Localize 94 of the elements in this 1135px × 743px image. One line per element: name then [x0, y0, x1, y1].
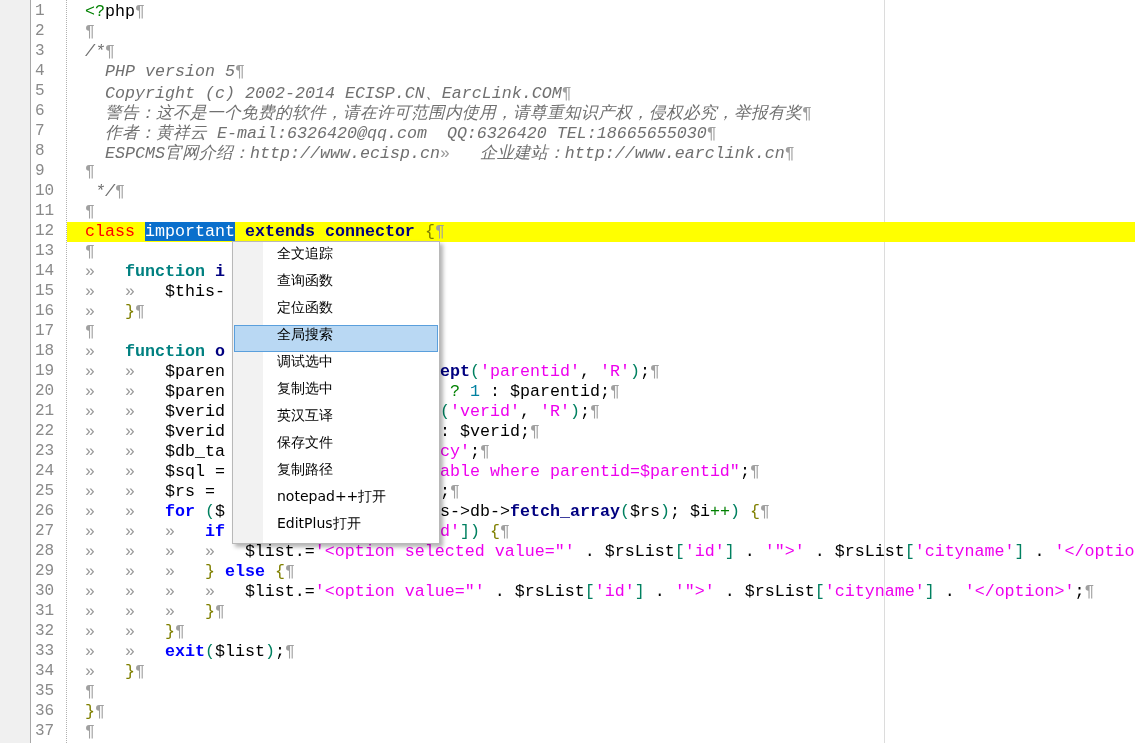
line-number: 11 [35, 202, 55, 222]
code-line: ¶ [85, 162, 95, 181]
line-number: 16 [35, 302, 55, 322]
code-line: class important extends connector {¶ [85, 222, 445, 241]
code-line: ¶ [85, 22, 95, 41]
line-number: 14 [35, 262, 55, 282]
line-number: 9 [35, 162, 45, 182]
code-fragment: » » » if [85, 522, 225, 542]
line-number: 30 [35, 582, 55, 602]
code-fragment: » » for ($ [85, 502, 225, 522]
line-number: 21 [35, 402, 55, 422]
line-number: 20 [35, 382, 55, 402]
line-number: 17 [35, 322, 55, 342]
code-line: ¶ [85, 682, 95, 701]
menu-item[interactable]: 定位函数 [234, 298, 438, 325]
code-fragment: » » $sql = [85, 462, 225, 482]
code-line: ¶ [85, 322, 95, 341]
line-number: 36 [35, 702, 55, 722]
menu-item[interactable]: 英汉互译 [234, 406, 438, 433]
line-number: 19 [35, 362, 55, 382]
code-fragment: ? 1 : $parentid;¶ [449, 382, 620, 402]
code-fragment: » » $db_ta [85, 442, 225, 462]
line-number: 28 [35, 542, 55, 562]
menu-item[interactable]: EditPlus打开 [234, 514, 438, 541]
code-fragment: » function o [85, 342, 225, 362]
code-line: ESPCMS官网介绍：http://www.ecisp.cn» 企业建站：http://www.earclink.cn¶ [104, 143, 795, 164]
line-number: 26 [35, 502, 55, 522]
line-number: 4 [35, 62, 45, 82]
code-fragment: s->db->fetch_array($rs); $i++) {¶ [440, 502, 770, 522]
line-number: 25 [35, 482, 55, 502]
code-line: » » }¶ [85, 622, 185, 641]
menu-item[interactable]: 调试选中 [234, 352, 438, 379]
line-number: 33 [35, 642, 55, 662]
code-line: ¶ [85, 202, 95, 221]
code-line: 警告：这不是一个免费的软件，请在许可范围内使用，请尊重知识产权，侵权必究，举报有奖¶ [104, 103, 812, 124]
code-fragment: » » $paren [85, 382, 225, 402]
menu-item[interactable]: 保存文件 [234, 433, 438, 460]
line-number: 24 [35, 462, 55, 482]
code-fragment: ('verid', 'R');¶ [440, 402, 600, 422]
line-number: 37 [35, 722, 55, 742]
code-line: Copyright (c) 2002-2014 ECISP.CN、EarcLink.COM¶ [104, 83, 572, 104]
menu-item[interactable]: 全文追踪 [234, 244, 438, 271]
code-line: }¶ [85, 702, 105, 721]
line-number: 12 [35, 222, 55, 242]
code-line: » » » } else {¶ [85, 562, 295, 581]
code-fragment: d']) {¶ [440, 522, 510, 542]
code-fragment: » function i [85, 262, 225, 282]
line-number: 2 [35, 22, 45, 42]
code-fragment: ;¶ [440, 482, 460, 502]
code-line: 作者：黄祥云 E-mail:6326420@qq.com QQ:6326420 TEL:18665655030¶ [104, 123, 717, 144]
line-number: 23 [35, 442, 55, 462]
menu-item[interactable]: 全局搜索 [234, 325, 438, 352]
line-number: 13 [35, 242, 55, 262]
code-fragment: : $verid;¶ [440, 422, 540, 442]
menu-item[interactable]: 查询函数 [234, 271, 438, 298]
code-line: » }¶ [85, 662, 145, 681]
code-line: ¶ [85, 242, 95, 261]
line-number: 10 [35, 182, 55, 202]
code-line: » » » }¶ [85, 602, 225, 621]
line-number: 5 [35, 82, 45, 102]
code-line: » » » » $list.='<option value="' . $rsList['id'] . '">' . $rsList['cityname'] . '</option>';¶ [85, 582, 1095, 601]
code-line: ¶ [85, 722, 95, 741]
menu-item[interactable]: notepad++打开 [234, 487, 438, 514]
code-fragment: » » $this- [85, 282, 225, 302]
line-number: 7 [35, 122, 45, 142]
line-number: 27 [35, 522, 55, 542]
code-fragment: » » $verid [85, 402, 225, 422]
code-line: » }¶ [85, 302, 145, 321]
code-fragment: cy';¶ [440, 442, 490, 462]
code-line: » » exit($list);¶ [85, 642, 295, 661]
code-fragment: ept('parentid', 'R');¶ [440, 362, 660, 382]
menu-item[interactable]: 复制路径 [234, 460, 438, 487]
line-number: 8 [35, 142, 45, 162]
code-line: */¶ [94, 182, 125, 201]
line-number: 29 [35, 562, 55, 582]
menu-item[interactable]: 复制选中 [234, 379, 438, 406]
line-number: 32 [35, 622, 55, 642]
code-line: <?php¶ [85, 2, 145, 21]
code-fragment: » » $paren [85, 362, 225, 382]
code-line: » » » » $list.='<option selected value="' . $rsList['id'] . '">' . $rsList['cityname'] . '</optio [85, 542, 1135, 561]
line-number: 22 [35, 422, 55, 442]
line-number: 18 [35, 342, 55, 362]
line-number: 6 [35, 102, 45, 122]
line-number: 3 [35, 42, 45, 62]
code-fragment: able where parentid=$parentid";¶ [440, 462, 760, 482]
code-fragment: » » $rs = [85, 482, 215, 502]
code-line: PHP version 5¶ [104, 62, 245, 81]
line-number: 35 [35, 682, 55, 702]
line-number: 15 [35, 282, 55, 302]
code-line: /*¶ [85, 42, 115, 61]
line-number: 34 [35, 662, 55, 682]
code-fragment: » » $verid [85, 422, 225, 442]
line-number: 1 [35, 2, 45, 22]
line-number: 31 [35, 602, 55, 622]
